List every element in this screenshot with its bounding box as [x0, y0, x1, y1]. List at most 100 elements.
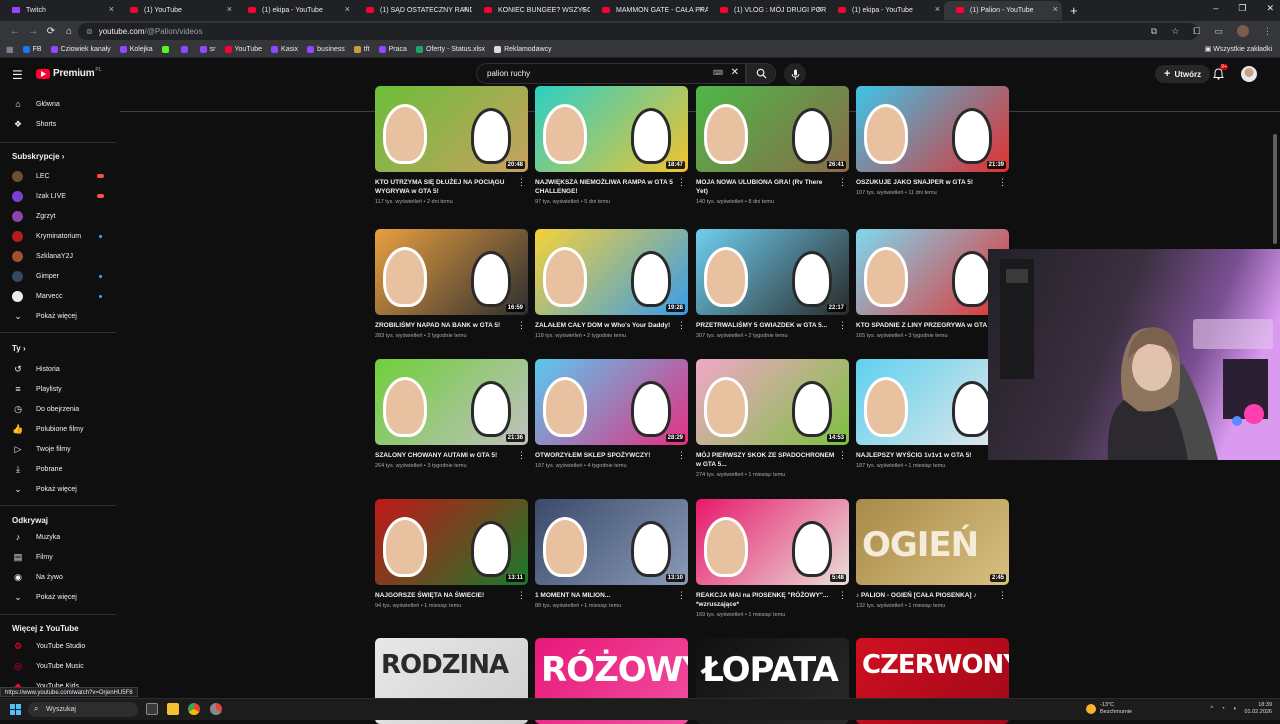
video-card[interactable]: 14:53 MÓJ PIERWSZY SKOK ZE SPADOCHRONEM w…	[696, 359, 849, 478]
more-actions-icon[interactable]: ⋮	[838, 320, 847, 331]
sidebar-item-playlist[interactable]: ≡ Playlisty	[0, 379, 116, 399]
forward-icon[interactable]: →	[24, 26, 42, 37]
video-title[interactable]: NAJWIĘKSZA NIEMOŻLIWA RAMPA w GTA 5 CHAL…	[535, 178, 688, 196]
extensions-icon[interactable]: ⧠	[1193, 26, 1200, 37]
close-tab-icon[interactable]: ×	[817, 4, 822, 14]
video-thumbnail[interactable]: 13:10	[535, 499, 688, 585]
video-thumbnail[interactable]	[856, 359, 1009, 445]
sidebar-item-your-videos[interactable]: ▷ Twoje filmy	[0, 439, 116, 459]
video-thumbnail[interactable]: 5:48	[696, 499, 849, 585]
browser-tab[interactable]: (1) ekipa - YouTube ×	[236, 1, 354, 20]
bookmark-item[interactable]: YouTube	[224, 46, 262, 53]
video-title[interactable]: OSZUKUJE JAKO SNAJPER w GTA 5!	[856, 178, 1009, 187]
video-title[interactable]: MÓJ PIERWSZY SKOK ZE SPADOCHRONEM w GTA …	[696, 451, 849, 469]
more-actions-icon[interactable]: ⋮	[838, 177, 847, 188]
tray-chevron-icon[interactable]: ^	[1210, 706, 1213, 712]
sidebar-item-subscription[interactable]: Zgrzyt	[0, 206, 116, 226]
video-card[interactable]: 28:29 OTWORZYŁEM SKLEP SPOŻYWCZY! 197 tys.…	[535, 359, 688, 469]
video-title[interactable]: ZALAŁEM CAŁY DOM w Who's Your Daddy!	[535, 321, 688, 330]
speaker-icon[interactable]: ◖	[1233, 706, 1237, 712]
video-card[interactable]: 22:17 PRZETRWALIŚMY 5 GWIAZDEK w GTA 5...…	[696, 229, 849, 339]
video-thumbnail[interactable]: 14:53	[696, 359, 849, 445]
browser-tab[interactable]: (1) SĄD OSTATECZNY RANDOM×	[354, 1, 472, 20]
chrome-alt-icon[interactable]	[210, 703, 222, 715]
video-card[interactable]: 5:48 REAKCJA MAI na PIOSENKĘ "RÓŻOWY"... …	[696, 499, 849, 618]
bookmark-item[interactable]: Kasix	[271, 46, 298, 53]
you-header[interactable]: Ty ›	[12, 344, 26, 353]
show-more-button[interactable]: ⌄ Pokaż więcej	[0, 306, 116, 326]
all-bookmarks[interactable]: ▣ Wszystkie zakładki	[1205, 45, 1272, 53]
notifications-button[interactable]: 9+	[1213, 64, 1228, 85]
split-icon[interactable]: ▭	[1214, 26, 1223, 37]
bookmark-star-icon[interactable]: ☆	[1171, 26, 1179, 37]
video-thumbnail[interactable]: 21:39	[856, 86, 1009, 172]
video-thumbnail[interactable]: 18:47	[535, 86, 688, 172]
back-icon[interactable]: ←	[6, 26, 24, 37]
apps-grid-icon[interactable]: ▦	[6, 45, 14, 54]
account-avatar[interactable]	[1241, 66, 1257, 82]
taskbar-search-input[interactable]: ⌕ Wyszukaj	[28, 702, 138, 717]
browser-menu-icon[interactable]: ⋮	[1263, 26, 1272, 37]
browser-tab[interactable]: (1) VLOG : MÓJ DRUGI PORÓD×	[708, 1, 826, 20]
video-title[interactable]: SZALONY CHOWANY AUTAMI w GTA 5!	[375, 451, 528, 460]
video-thumbnail[interactable]: OGIEŃ 2:45	[856, 499, 1009, 585]
network-icon[interactable]: ◔	[1221, 706, 1225, 712]
subscriptions-header[interactable]: Subskrypcje ›	[12, 152, 64, 161]
browser-tab[interactable]: (1) Palion - YouTube ×	[944, 1, 1062, 20]
video-card[interactable]: NAJLEPSZY WYŚCIG 1v1v1 w GTA 5! 187 tys. …	[856, 359, 1009, 469]
more-actions-icon[interactable]: ⋮	[517, 177, 526, 188]
bookmark-item[interactable]: business	[307, 46, 345, 53]
sidebar-item-subscription[interactable]: Marvecc	[0, 286, 116, 306]
close-tab-icon[interactable]: ×	[109, 4, 114, 14]
sidebar-item-yt-studio[interactable]: ⚙ YouTube Studio	[0, 636, 116, 656]
sidebar-item-subscription[interactable]: SzklanaY2J	[0, 246, 116, 266]
video-thumbnail[interactable]: 13:11	[375, 499, 528, 585]
reload-icon[interactable]: ⟳	[42, 26, 60, 37]
menu-hamburger-icon[interactable]: ☰	[12, 68, 23, 82]
video-title[interactable]: MOJA NOWA ULUBIONA GRA! (Rv There Yet)	[696, 178, 849, 196]
minimize-icon[interactable]: –	[1213, 3, 1218, 14]
more-actions-icon[interactable]: ⋮	[517, 320, 526, 331]
video-card[interactable]: 13:10 1 MOMENT NA MILION... 88 tys. wyświe…	[535, 499, 688, 609]
home-browser-icon[interactable]: ⌂	[60, 26, 78, 37]
video-card[interactable]: 18:47 NAJWIĘKSZA NIEMOŻLIWA RAMPA w GTA 5…	[535, 86, 688, 205]
bookmark-item[interactable]	[161, 46, 172, 53]
more-actions-icon[interactable]: ⋮	[517, 590, 526, 601]
install-app-icon[interactable]: ⧉	[1151, 26, 1157, 37]
task-view-icon[interactable]	[146, 703, 158, 715]
bookmark-item[interactable]	[180, 46, 191, 53]
more-actions-icon[interactable]: ⋮	[998, 590, 1007, 601]
video-thumbnail[interactable]: 16:59	[375, 229, 528, 315]
video-title[interactable]: KTO SPADNIE Z LINY PRZEGRYWA w GTA 5!	[856, 321, 1009, 330]
browser-tab[interactable]: KONIEC BUNGEE? WSZYSCY W×	[472, 1, 590, 20]
sidebar-item-history[interactable]: ↺ Historia	[0, 359, 116, 379]
video-title[interactable]: 1 MOMENT NA MILION...	[535, 591, 688, 600]
restore-icon[interactable]: ❐	[1238, 3, 1246, 14]
profile-avatar[interactable]	[1237, 25, 1249, 37]
sidebar-item-subscription[interactable]: LEC	[0, 166, 116, 186]
video-thumbnail[interactable]: 21:36	[375, 359, 528, 445]
video-title[interactable]: REAKCJA MAI na PIOSENKĘ "RÓŻOWY"... *wzr…	[696, 591, 849, 609]
more-actions-icon[interactable]: ⋮	[677, 177, 686, 188]
bookmark-item[interactable]: Kolejka	[119, 46, 153, 53]
video-card[interactable]: KTO SPADNIE Z LINY PRZEGRYWA w GTA 5! 165…	[856, 229, 1009, 339]
video-title[interactable]: PRZETRWALIŚMY 5 GWIAZDEK w GTA 5...	[696, 321, 849, 330]
sidebar-item-shorts[interactable]: ❖ Shorts	[0, 114, 116, 134]
sidebar-item-subscription[interactable]: Gimper	[0, 266, 116, 286]
browser-tab[interactable]: MAMMON GATE - CAŁA PRAWD×	[590, 1, 708, 20]
windows-start-icon[interactable]	[10, 704, 21, 715]
video-card[interactable]: 26:41 MOJA NOWA ULUBIONA GRA! (Rv There Y…	[696, 86, 849, 205]
clear-search-icon[interactable]: ✕	[731, 67, 739, 78]
close-tab-icon[interactable]: ×	[227, 4, 232, 14]
video-thumbnail[interactable]: 22:17	[696, 229, 849, 315]
more-actions-icon[interactable]: ⋮	[838, 590, 847, 601]
close-tab-icon[interactable]: ×	[935, 4, 940, 14]
sidebar-item-live[interactable]: ◉ Na żywo	[0, 567, 116, 587]
new-tab-button[interactable]: +	[1070, 3, 1078, 18]
video-title[interactable]: KTO UTRZYMA SIĘ DŁUŻEJ NA POCIĄGU WYGRYW…	[375, 178, 528, 196]
close-tab-icon[interactable]: ×	[463, 4, 468, 14]
sidebar-item-home[interactable]: ⌂ Główna	[0, 94, 116, 114]
video-card[interactable]: 16:59 ZROBILIŚMY NAPAD NA BANK w GTA 5! 28…	[375, 229, 528, 339]
browser-tab[interactable]: (1) YouTube ×	[118, 1, 236, 20]
sidebar-item-subscription[interactable]: Kryminatorium	[0, 226, 116, 246]
